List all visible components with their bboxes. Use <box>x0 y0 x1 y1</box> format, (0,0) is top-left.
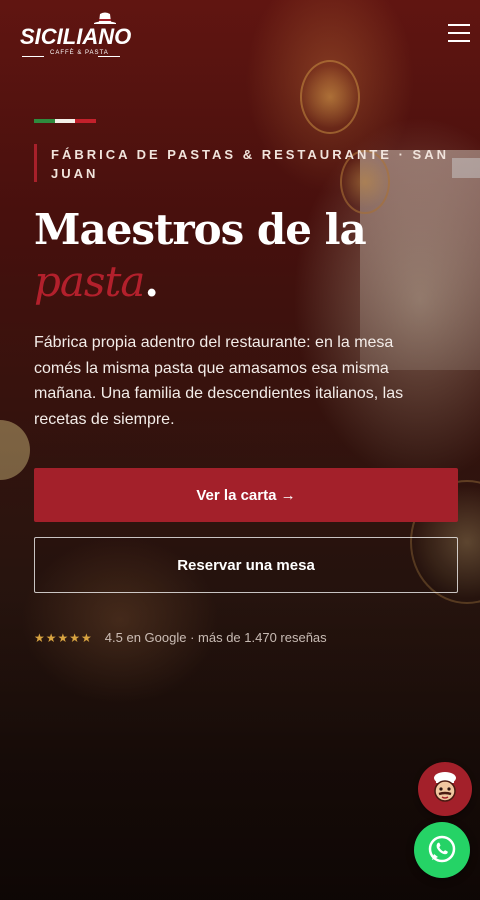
hero-title: Maestros de la pasta. <box>34 204 454 308</box>
title-main: Maestros de la <box>34 205 367 254</box>
logo-wordmark: SICILIANO <box>20 24 132 49</box>
hamburger-icon[interactable] <box>448 24 470 46</box>
title-accent: pasta <box>34 257 145 306</box>
google-rating: ★★★★★ 4.5 en Google · más de 1.470 reseñ… <box>34 630 327 645</box>
fedora-hat-icon <box>94 12 116 24</box>
italian-flag-strip <box>34 119 97 123</box>
whatsapp-button[interactable] <box>414 822 470 878</box>
chef-avatar-icon <box>434 772 456 802</box>
rating-stars: ★★★★★ <box>34 630 93 645</box>
chef-assistant-button[interactable] <box>418 762 472 816</box>
logo-rule-left <box>22 56 44 57</box>
reserve-table-button[interactable]: Reservar una mesa <box>34 537 458 593</box>
view-menu-button[interactable]: Ver la carta → <box>34 468 458 522</box>
eyebrow-tagline: FÁBRICA DE PASTAS & RESTAURANTE · SAN JU… <box>34 144 454 182</box>
logo-rule-right <box>98 56 120 57</box>
hero-section: SICILIANO CAFFÈ & PASTA FÁBRICA DE PASTA… <box>0 0 480 900</box>
site-logo[interactable]: SICILIANO CAFFÈ & PASTA <box>20 12 132 60</box>
hero-description: Fábrica propia adentro del restaurante: … <box>34 334 404 428</box>
eyebrow-text: FÁBRICA DE PASTAS & RESTAURANTE · SAN JU… <box>51 147 449 181</box>
rating-text: 4.5 en Google · más de 1.470 reseñas <box>104 630 327 645</box>
title-end: . <box>144 257 159 306</box>
whatsapp-icon <box>428 835 456 863</box>
